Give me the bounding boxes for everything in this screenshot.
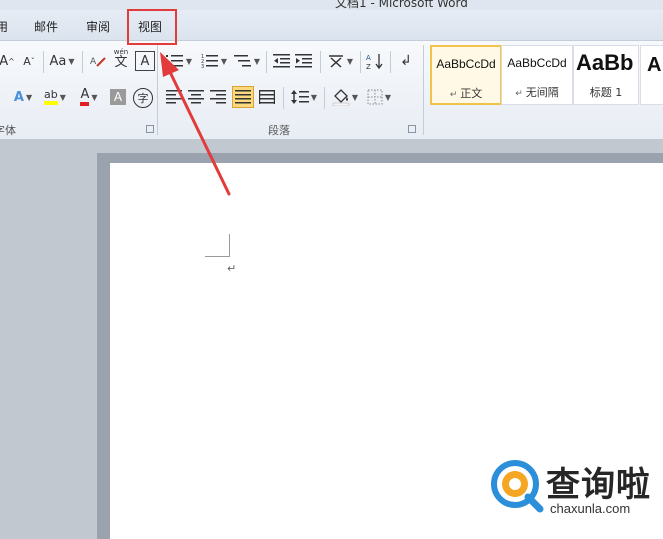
bullets-icon bbox=[165, 55, 183, 67]
increase-indent-icon bbox=[295, 54, 312, 68]
enclose-char-button[interactable]: 字 bbox=[133, 88, 153, 108]
style-name: 标题 1 bbox=[589, 86, 623, 99]
magnifier-logo-icon bbox=[491, 460, 544, 513]
enclose-char-label: 字 bbox=[137, 92, 149, 105]
svg-text:Z: Z bbox=[366, 63, 371, 70]
watermark-domain: chaxunla.com bbox=[550, 501, 631, 516]
borders-icon bbox=[367, 89, 383, 105]
shrink-font-label: A bbox=[23, 54, 31, 68]
font-group-label: 字体 bbox=[0, 124, 16, 137]
show-marks-button[interactable]: ↲ bbox=[396, 51, 416, 71]
font-dialog-launcher-icon[interactable] bbox=[146, 125, 154, 133]
watermark: 查询啦 chaxunla.com bbox=[488, 455, 658, 521]
separator bbox=[266, 51, 267, 73]
group-separator bbox=[157, 45, 158, 135]
numbering-button[interactable]: 1 2 3 ▼ bbox=[198, 51, 230, 71]
margin-corner-mark bbox=[205, 234, 230, 257]
increase-indent-button[interactable] bbox=[294, 51, 314, 71]
style-normal[interactable]: AaBbCcDd ↵ 正文 bbox=[430, 45, 502, 105]
multilevel-list-button[interactable]: ▼ bbox=[233, 51, 261, 71]
sort-button[interactable]: AZ bbox=[365, 51, 385, 71]
style-sample: A bbox=[647, 54, 662, 76]
multilevel-list-icon bbox=[233, 55, 251, 67]
char-shading-label: A bbox=[113, 90, 123, 104]
group-separator bbox=[423, 45, 424, 135]
char-border-button[interactable]: A bbox=[135, 51, 155, 71]
separator bbox=[43, 51, 44, 73]
svg-text:3: 3 bbox=[201, 64, 204, 69]
change-case-label: Aa bbox=[49, 53, 67, 69]
tab-partial[interactable]: 用 bbox=[0, 18, 8, 35]
separator bbox=[324, 87, 325, 109]
clear-format-icon[interactable]: A bbox=[88, 51, 108, 71]
line-spacing-button[interactable]: ▼ bbox=[289, 87, 319, 107]
align-left-icon bbox=[166, 90, 182, 104]
shrink-font-button[interactable]: Aˇ bbox=[18, 51, 40, 71]
style-sample: AaBbCcDd bbox=[436, 57, 496, 71]
phonetic-guide-button[interactable]: wén 文 bbox=[110, 49, 132, 70]
align-center-icon bbox=[188, 90, 204, 104]
font-color-button[interactable]: A ▼ bbox=[74, 87, 104, 107]
shading-button[interactable]: ▼ bbox=[330, 87, 360, 107]
paragraph-group-label: 段落 bbox=[268, 124, 290, 137]
char-shading-button[interactable]: A bbox=[110, 89, 126, 105]
style-no-spacing[interactable]: AaBbCcDd ↵ 无间隔 bbox=[501, 45, 573, 105]
tab-review[interactable]: 审阅 bbox=[86, 18, 110, 35]
asian-layout-button[interactable]: ▼ bbox=[325, 51, 355, 71]
tab-highlight-box bbox=[127, 9, 177, 45]
char-border-label: A bbox=[140, 53, 150, 69]
separator bbox=[320, 51, 321, 73]
justify-button[interactable] bbox=[232, 86, 254, 108]
decrease-indent-button[interactable] bbox=[272, 51, 292, 71]
borders-button[interactable]: ▼ bbox=[364, 87, 394, 107]
justify-icon bbox=[235, 90, 251, 104]
paragraph-mark-icon: ↵ bbox=[227, 262, 237, 275]
bullets-button[interactable]: ▼ bbox=[164, 51, 194, 71]
style-name: ↵ 正文 bbox=[449, 87, 483, 100]
change-case-button[interactable]: Aa ▼ bbox=[48, 51, 76, 71]
separator bbox=[82, 51, 83, 73]
svg-text:A: A bbox=[366, 54, 371, 62]
sort-icon: AZ bbox=[366, 54, 383, 70]
tab-mailings[interactable]: 邮件 bbox=[34, 18, 58, 35]
decrease-indent-icon bbox=[273, 54, 290, 68]
style-heading-2[interactable]: A bbox=[640, 45, 663, 105]
svg-text:A: A bbox=[90, 57, 97, 67]
align-right-icon bbox=[210, 90, 226, 104]
title-bar: 文档1 - Microsoft Word bbox=[0, 0, 663, 10]
text-effect-button[interactable]: A ▼ bbox=[8, 87, 38, 107]
numbering-icon: 123 bbox=[201, 54, 218, 69]
distributed-button[interactable] bbox=[257, 87, 277, 107]
style-name: ↵ 无间隔 bbox=[515, 86, 559, 99]
text-effect-label: A bbox=[13, 89, 24, 105]
ribbon-tabs: 用 邮件 审阅 视图 bbox=[0, 10, 663, 40]
style-sample: AaBbCcDd bbox=[507, 56, 567, 70]
align-center-button[interactable] bbox=[186, 87, 206, 107]
ribbon: A^ Aˇ Aa▼ A wén 文 A A▼ ab▼ A▼ A 字 字体 ▼ 1… bbox=[0, 40, 663, 140]
grow-font-label: A bbox=[0, 53, 9, 69]
line-spacing-icon bbox=[290, 90, 309, 104]
window-title: 文档1 - Microsoft Word bbox=[335, 0, 468, 10]
font-color-label: A bbox=[80, 88, 90, 106]
separator bbox=[283, 87, 284, 109]
highlight-button[interactable]: ab ▼ bbox=[40, 87, 70, 107]
style-heading-1[interactable]: AaBb 标题 1 bbox=[573, 45, 639, 105]
grow-font-button[interactable]: A ^ bbox=[0, 51, 20, 71]
paragraph-dialog-launcher-icon[interactable] bbox=[408, 125, 416, 133]
align-left-button[interactable] bbox=[164, 87, 184, 107]
separator bbox=[360, 51, 361, 73]
asian-layout-icon bbox=[328, 55, 343, 68]
separator bbox=[390, 51, 391, 73]
highlight-label: ab bbox=[44, 89, 58, 105]
style-sample: AaBb bbox=[576, 50, 634, 75]
align-right-button[interactable] bbox=[208, 87, 228, 107]
distributed-icon bbox=[259, 90, 275, 104]
show-marks-icon: ↲ bbox=[400, 53, 412, 69]
phonetic-guide-label: 文 bbox=[114, 55, 128, 70]
paint-bucket-icon bbox=[332, 89, 350, 106]
watermark-name: 查询啦 bbox=[546, 465, 651, 505]
